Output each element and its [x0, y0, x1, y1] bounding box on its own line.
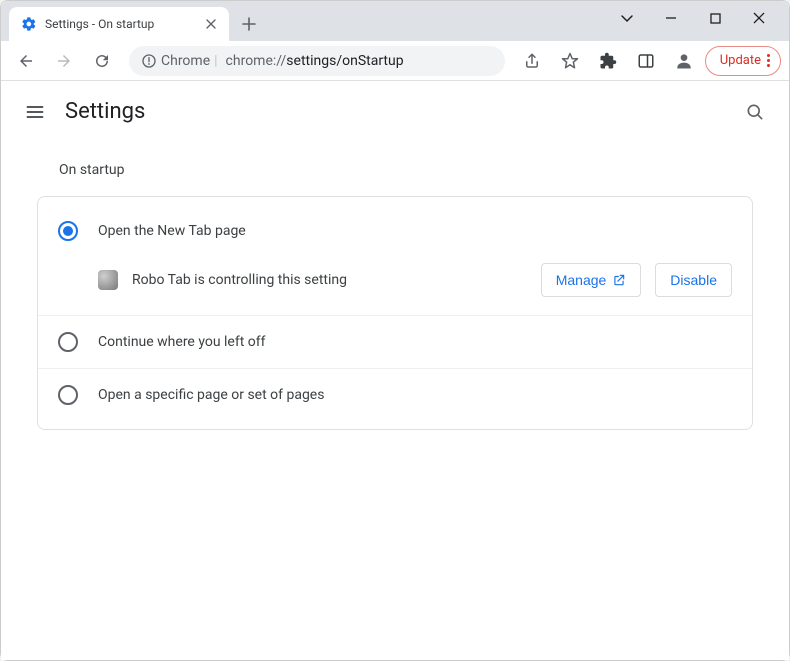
extension-icon	[98, 270, 118, 290]
tab-title: Settings - On startup	[45, 17, 195, 31]
extensions-icon[interactable]	[591, 44, 625, 78]
window-controls	[615, 1, 783, 41]
option-label: Open the New Tab page	[98, 223, 246, 239]
option-open-new-tab[interactable]: Open the New Tab page	[38, 205, 752, 257]
new-tab-button[interactable]	[235, 10, 263, 38]
chevron-down-icon[interactable]	[615, 6, 639, 30]
search-icon[interactable]	[743, 100, 767, 124]
startup-card: Open the New Tab page Robo Tab is contro…	[37, 196, 753, 430]
bookmark-icon[interactable]	[553, 44, 587, 78]
radio-icon[interactable]	[58, 385, 78, 405]
url-text: chrome://settings/onStartup	[226, 53, 404, 69]
side-panel-icon[interactable]	[629, 44, 663, 78]
minimize-icon[interactable]	[659, 6, 683, 30]
maximize-icon[interactable]	[703, 6, 727, 30]
settings-appbar: Settings	[1, 81, 789, 142]
option-specific-pages[interactable]: Open a specific page or set of pages	[38, 369, 752, 421]
update-button[interactable]: Update	[705, 46, 781, 76]
disable-label: Disable	[670, 272, 717, 288]
reload-button[interactable]	[85, 44, 119, 78]
settings-page: On startup Open the New Tab page Robo Ta…	[1, 162, 789, 430]
browser-window: Settings - On startup	[0, 0, 790, 661]
section-title: On startup	[59, 162, 753, 178]
gear-icon	[21, 16, 37, 32]
address-bar[interactable]: Chrome | chrome://settings/onStartup	[129, 46, 505, 76]
close-icon[interactable]	[203, 16, 219, 32]
option-label: Open a specific page or set of pages	[98, 387, 324, 403]
browser-tab[interactable]: Settings - On startup	[9, 7, 229, 41]
page-content: Settings On startup Open the New Tab pag…	[1, 81, 789, 660]
titlebar: Settings - On startup	[1, 1, 789, 41]
separator: |	[214, 53, 217, 69]
external-link-icon	[612, 273, 626, 287]
option-label: Continue where you left off	[98, 334, 266, 350]
update-label: Update	[720, 53, 761, 68]
page-title: Settings	[65, 99, 145, 124]
menu-icon[interactable]	[23, 100, 47, 124]
extension-message: Robo Tab is controlling this setting	[132, 272, 347, 288]
radio-selected-icon[interactable]	[58, 221, 78, 241]
overflow-menu-icon	[767, 54, 770, 67]
extension-notice: Robo Tab is controlling this setting Man…	[38, 257, 752, 316]
manage-button[interactable]: Manage	[541, 263, 642, 297]
option-continue[interactable]: Continue where you left off	[38, 316, 752, 369]
browser-toolbar: Chrome | chrome://settings/onStartup Upd…	[1, 41, 789, 81]
forward-button[interactable]	[47, 44, 81, 78]
site-label: Chrome	[161, 53, 210, 69]
window-close-icon[interactable]	[747, 6, 771, 30]
disable-button[interactable]: Disable	[655, 263, 732, 297]
radio-icon[interactable]	[58, 332, 78, 352]
profile-icon[interactable]	[667, 44, 701, 78]
manage-label: Manage	[556, 272, 607, 288]
share-icon[interactable]	[515, 44, 549, 78]
back-button[interactable]	[9, 44, 43, 78]
site-info-icon[interactable]: Chrome |	[141, 53, 218, 69]
